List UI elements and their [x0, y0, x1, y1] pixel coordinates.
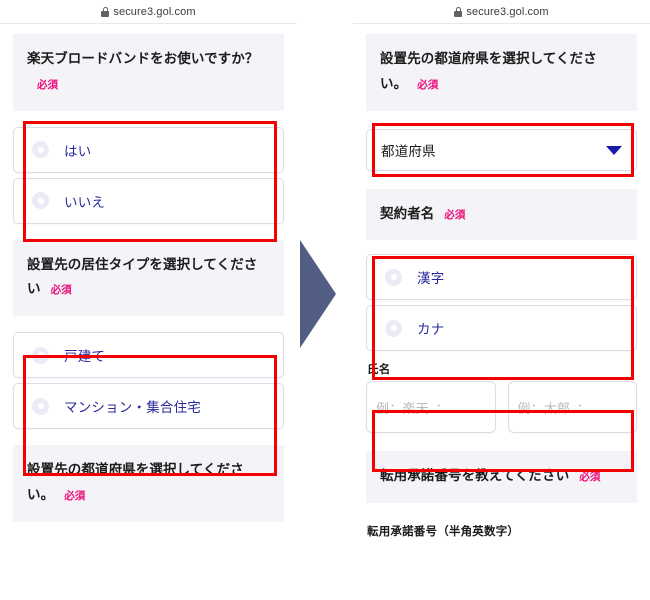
required-badge: 必須: [444, 208, 466, 221]
radio-option-label: マンション・集合住宅: [64, 400, 201, 416]
last-name-input[interactable]: 例：楽天、：: [366, 381, 496, 434]
browser-url-bar: secure3.gol.com: [0, 0, 297, 24]
radio-option-label: カナ: [417, 322, 445, 338]
question-text: 契約者名: [380, 205, 435, 221]
radio-group-broadband: はい いいえ: [13, 126, 284, 224]
browser-url-bar: secure3.gol.com: [353, 0, 650, 24]
first-name-placeholder: 例：太郎、：: [517, 400, 591, 416]
radio-option-label: いいえ: [64, 194, 106, 210]
question-block-transfer-number: 転用承諾番号を教えてください 必須: [366, 451, 637, 504]
radio-option-label: 漢字: [417, 271, 445, 287]
required-badge: 必須: [50, 284, 72, 297]
radio-group-name-script: 漢字 カナ: [366, 254, 637, 352]
radio-option-apartment[interactable]: マンション・集合住宅: [13, 383, 284, 430]
name-input-row: 例：楽天、： 例：太郎、：: [366, 381, 637, 434]
left-page-content: 楽天ブロードバンドをお使いですか？ 必須 はい いいえ 設置先の居住タイプを選択し…: [0, 24, 297, 522]
question-block-prefecture: 設置先の都道府県を選択してください。 必須: [366, 34, 637, 111]
screenshot-root: secure3.gol.com 楽天ブロードバンドをお使いですか？ 必須 はい い…: [0, 0, 650, 600]
radio-option-no[interactable]: いいえ: [13, 177, 284, 224]
radio-icon[interactable]: [32, 141, 49, 159]
required-badge: 必須: [579, 471, 601, 484]
required-badge: 必須: [64, 489, 86, 502]
chevron-down-icon[interactable]: [606, 145, 622, 155]
lock-icon: [454, 6, 463, 17]
radio-option-yes[interactable]: はい: [13, 126, 284, 173]
radio-icon[interactable]: [32, 397, 49, 415]
radio-option-detached-house[interactable]: 戸建て: [13, 332, 284, 379]
radio-option-kanji[interactable]: 漢字: [366, 254, 637, 301]
radio-icon[interactable]: [385, 268, 402, 286]
radio-icon[interactable]: [385, 319, 402, 337]
radio-option-label: はい: [64, 143, 92, 159]
right-page-content: 設置先の都道府県を選択してください。 必須 都道府県 契約者名 必須 漢字 カナ…: [353, 24, 650, 540]
question-block-residence-type: 設置先の居住タイプを選択してください 必須: [13, 239, 284, 317]
question-text: 設置先の都道府県を選択してください。: [380, 51, 597, 91]
question-text: 楽天ブロードバンドをお使いですか？: [27, 51, 259, 66]
right-screenshot-panel: secure3.gol.com 設置先の都道府県を選択してください。 必須 都道府…: [353, 0, 650, 600]
prefecture-select-value: 都道府県: [381, 143, 436, 159]
last-name-placeholder: 例：楽天、：: [376, 400, 449, 416]
question-text: 転用承諾番号を教えてください: [380, 468, 570, 484]
radio-option-label: 戸建て: [64, 349, 106, 365]
url-text: secure3.gol.com: [466, 5, 549, 18]
radio-icon[interactable]: [32, 192, 49, 210]
required-badge: 必須: [417, 78, 439, 91]
name-field-label: 氏名: [367, 364, 391, 377]
question-block-prefecture: 設置先の都道府県を選択してください。 必須: [13, 445, 284, 522]
required-badge: 必須: [37, 78, 58, 91]
question-text: 設置先の都道府県を選択してください。: [27, 462, 244, 502]
lock-icon: [101, 6, 110, 17]
question-block-broadband: 楽天ブロードバンドをお使いですか？ 必須: [13, 34, 284, 111]
radio-icon[interactable]: [32, 346, 49, 364]
radio-group-residence-type: 戸建て マンション・集合住宅: [13, 332, 284, 430]
transition-arrow-icon: [300, 240, 336, 348]
first-name-input[interactable]: 例：太郎、：: [507, 381, 637, 434]
prefecture-select[interactable]: 都道府県: [366, 128, 637, 171]
transfer-number-field-label: 転用承諾番号（半角英数字）: [367, 526, 520, 539]
question-block-contractor-name: 契約者名 必須: [366, 188, 637, 241]
left-screenshot-panel: secure3.gol.com 楽天ブロードバンドをお使いですか？ 必須 はい い…: [0, 0, 297, 600]
url-text: secure3.gol.com: [113, 5, 196, 18]
radio-option-kana[interactable]: カナ: [366, 305, 637, 352]
